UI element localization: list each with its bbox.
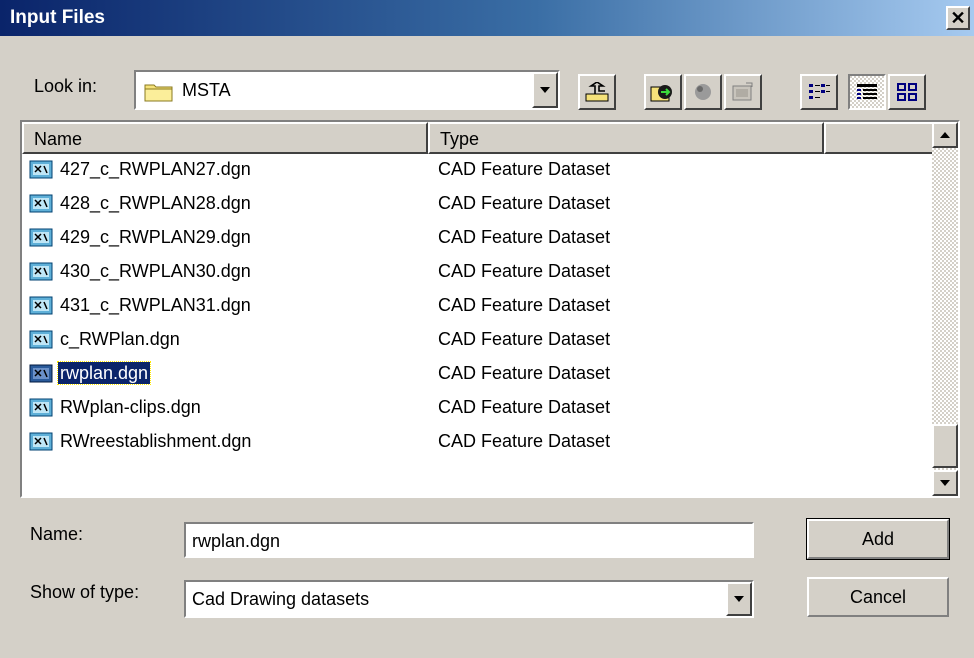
list-item-selected[interactable]: rwplan.dgn CAD Feature Dataset — [22, 358, 922, 388]
file-type: CAD Feature Dataset — [438, 363, 611, 383]
list-item[interactable]: 429_c_RWPLAN29.dgn CAD Feature Dataset — [22, 222, 922, 252]
file-type: CAD Feature Dataset — [438, 227, 611, 247]
type-select[interactable]: Cad Drawing datasets — [184, 580, 754, 618]
file-type: CAD Feature Dataset — [438, 397, 611, 417]
catalog-button[interactable] — [724, 74, 762, 110]
list-item[interactable]: RWreestablishment.dgn CAD Feature Datase… — [22, 426, 922, 456]
name-field[interactable]: rwplan.dgn — [184, 522, 754, 558]
column-header-empty[interactable] — [824, 122, 934, 154]
cad-dataset-icon — [29, 330, 53, 349]
up-folder-button[interactable] — [578, 74, 616, 110]
lookin-combobox[interactable]: MSTA — [134, 70, 560, 110]
disconnect-folder-icon — [695, 84, 711, 100]
title-bar: Input Files ✕ — [0, 0, 974, 36]
file-name: rwplan.dgn — [56, 361, 152, 385]
catalog-icon — [732, 82, 753, 101]
list-view-button[interactable] — [800, 74, 838, 110]
cad-dataset-icon — [29, 262, 53, 281]
thumbnails-view-icon — [897, 83, 917, 101]
column-header-type[interactable]: Type — [428, 122, 824, 154]
file-type: CAD Feature Dataset — [438, 159, 611, 179]
file-name: 430_c_RWPLAN30.dgn — [60, 261, 251, 281]
file-type: CAD Feature Dataset — [438, 295, 611, 315]
column-header-type-label: Type — [440, 129, 480, 149]
close-button[interactable]: ✕ — [946, 6, 970, 30]
window-title: Input Files — [10, 7, 105, 28]
file-name: 431_c_RWPLAN31.dgn — [60, 295, 251, 315]
close-icon: ✕ — [950, 8, 966, 28]
cad-dataset-icon — [29, 228, 53, 247]
type-select-value: Cad Drawing datasets — [192, 589, 370, 609]
details-view-button[interactable] — [848, 74, 886, 110]
column-header-name-label: Name — [34, 129, 83, 149]
arrow-down-icon — [940, 480, 950, 486]
cad-dataset-icon — [29, 364, 53, 383]
lookin-value: MSTA — [182, 80, 231, 100]
file-name: 427_c_RWPLAN27.dgn — [60, 159, 251, 179]
chevron-down-icon — [540, 87, 550, 93]
lookin-label: Look in: — [34, 76, 98, 96]
add-button-label: Add — [861, 528, 895, 549]
file-name: c_RWPlan.dgn — [60, 329, 180, 349]
file-name: RWplan-clips.dgn — [60, 397, 201, 417]
file-type: CAD Feature Dataset — [438, 329, 611, 349]
column-header-name[interactable]: Name — [22, 122, 428, 154]
list-item[interactable]: 430_c_RWPLAN30.dgn CAD Feature Dataset — [22, 256, 922, 286]
lookin-dropdown-button[interactable] — [532, 72, 558, 108]
cad-dataset-icon — [29, 160, 53, 179]
type-label: Show of type: — [30, 582, 140, 602]
cad-dataset-icon — [29, 296, 53, 315]
scroll-down-button[interactable] — [932, 470, 958, 496]
list-item[interactable]: RWplan-clips.dgn CAD Feature Dataset — [22, 392, 922, 422]
file-name: RWreestablishment.dgn — [60, 431, 252, 451]
disconnect-folder-button[interactable] — [684, 74, 722, 110]
file-list[interactable]: Name Type 427_c_RWPLAN27.dgn CAD Feature… — [20, 120, 960, 498]
connect-folder-icon — [650, 85, 672, 102]
cancel-button-label: Cancel — [849, 586, 907, 607]
file-name: 429_c_RWPLAN29.dgn — [60, 227, 251, 247]
file-type: CAD Feature Dataset — [438, 261, 611, 281]
list-item[interactable]: 427_c_RWPLAN27.dgn CAD Feature Dataset — [22, 154, 922, 184]
up-folder-icon — [585, 82, 609, 102]
name-field-value: rwplan.dgn — [192, 531, 281, 551]
file-type: CAD Feature Dataset — [438, 193, 611, 213]
cad-dataset-icon — [29, 432, 53, 451]
file-type: CAD Feature Dataset — [438, 431, 611, 451]
type-dropdown-button[interactable] — [726, 582, 752, 616]
folder-icon — [144, 84, 173, 102]
arrow-up-icon — [940, 132, 950, 138]
cad-dataset-icon — [29, 398, 53, 417]
cad-dataset-icon — [29, 194, 53, 213]
scroll-thumb[interactable] — [932, 424, 958, 468]
list-item[interactable]: c_RWPlan.dgn CAD Feature Dataset — [22, 324, 922, 354]
file-name: 428_c_RWPLAN28.dgn — [60, 193, 251, 213]
scroll-up-button[interactable] — [932, 122, 958, 148]
cancel-button[interactable]: Cancel — [806, 576, 950, 618]
chevron-down-icon — [734, 596, 744, 602]
list-item[interactable]: 431_c_RWPLAN31.dgn CAD Feature Dataset — [22, 290, 922, 320]
list-view-icon — [809, 84, 830, 99]
add-button[interactable]: Add — [806, 518, 950, 560]
connect-folder-button[interactable] — [644, 74, 682, 110]
vertical-scrollbar[interactable] — [932, 122, 958, 496]
details-view-icon — [857, 84, 877, 99]
name-label: Name: — [30, 524, 84, 544]
thumbnails-view-button[interactable] — [888, 74, 926, 110]
list-item[interactable]: 428_c_RWPLAN28.dgn CAD Feature Dataset — [22, 188, 922, 218]
